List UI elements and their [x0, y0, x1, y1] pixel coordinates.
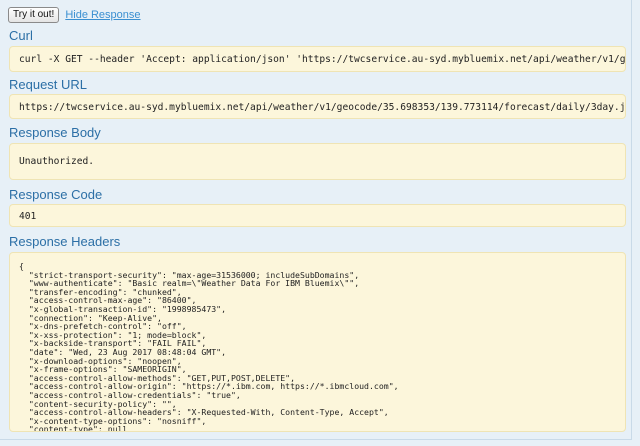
- response-headers-text: { "strict-transport-security": "max-age=…: [19, 261, 399, 432]
- try-it-out-button[interactable]: Try it out!: [8, 7, 60, 23]
- curl-title: Curl: [9, 28, 33, 43]
- actions-bar: Try it out! Hide Response: [8, 7, 141, 23]
- response-code-block[interactable]: 401: [9, 204, 626, 227]
- response-body-title: Response Body: [9, 125, 101, 140]
- response-code-title: Response Code: [9, 187, 103, 202]
- response-headers-block[interactable]: { "strict-transport-security": "max-age=…: [9, 252, 626, 432]
- response-headers-title: Response Headers: [9, 234, 121, 249]
- request-url-text: https://twcservice.au-syd.mybluemix.net/…: [19, 102, 626, 113]
- response-body-text: Unauthorized.: [19, 156, 95, 167]
- request-url-block[interactable]: https://twcservice.au-syd.mybluemix.net/…: [9, 94, 626, 119]
- hide-response-link[interactable]: Hide Response: [65, 9, 140, 21]
- curl-block[interactable]: curl -X GET --header 'Accept: applicatio…: [9, 46, 626, 72]
- response-body-block[interactable]: Unauthorized.: [9, 143, 626, 180]
- request-url-title: Request URL: [9, 77, 88, 92]
- curl-command: curl -X GET --header 'Accept: applicatio…: [19, 54, 626, 65]
- response-panel: Try it out! Hide Response Curl curl -X G…: [0, 0, 632, 440]
- response-code-value: 401: [19, 211, 37, 222]
